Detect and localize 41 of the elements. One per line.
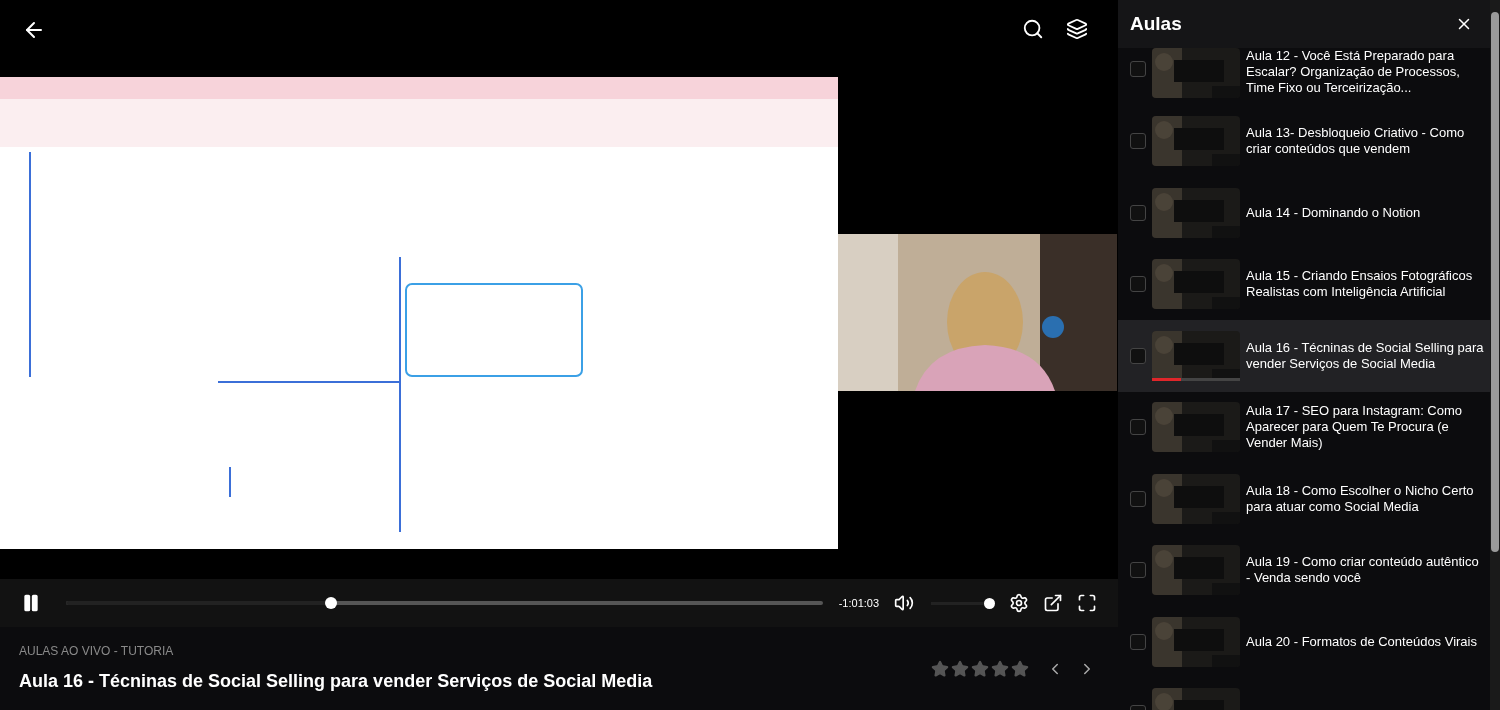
star-icon[interactable] — [931, 659, 949, 678]
lesson-title[interactable]: Aula 15 - Criando Ensaios Fotográficos Realistas com Inteligência Artificial — [1246, 268, 1484, 301]
lesson-title[interactable]: Aula 16 - Técninas de Social Selling para vender Serviços de Social Media — [1246, 339, 1484, 372]
lesson-item[interactable]: Aula 17 - SEO para Instagram: Como Aparecer para Quem Te Procura (e Vender Mais) — [1118, 391, 1490, 463]
lesson-item[interactable]: Aula 13- Desbloqueio Criativo - Como criar conteúdos que vendem — [1118, 105, 1490, 177]
checkbox[interactable] — [1130, 562, 1146, 579]
star-icon[interactable] — [991, 659, 1009, 678]
checkbox[interactable] — [1130, 490, 1146, 507]
scrollbar-thumb[interactable] — [1491, 12, 1499, 552]
star-icon[interactable] — [971, 659, 989, 678]
lesson-title: Aula 16 - Técninas de Social Selling para vender Serviços de Social Media — [19, 670, 654, 693]
checkbox[interactable] — [1130, 204, 1146, 221]
lesson-item[interactable]: Aula 20 - Formatos de Conteúdos Virais — [1118, 606, 1490, 678]
time-remaining: -1:01:03 — [838, 595, 880, 611]
lesson-item[interactable]: Aula 18 - Como Escolher o Nicho Certo para atuar como Social Media — [1118, 463, 1490, 535]
lesson-title[interactable]: Aula 12 - Você Está Preparado para Escalar? Organização de Processos, Time Fixo ou Terceirização... — [1246, 48, 1484, 96]
sidebar-title: Aulas — [1130, 11, 1182, 36]
course-name: AULAS AO VIVO - TUTORIA — [19, 643, 175, 660]
lesson-item[interactable]: Aula 19 - Como criar conteúdo autêntico - Venda sendo você — [1118, 534, 1490, 606]
checkbox[interactable] — [1130, 61, 1146, 77]
star-rating[interactable] — [931, 659, 1029, 678]
lesson-title[interactable]: Aula 19 - Como criar conteúdo autêntico - Venda sendo você — [1246, 554, 1484, 587]
lesson-title[interactable]: Aula 20 - Formatos de Conteúdos Virais — [1246, 633, 1477, 650]
lesson-item[interactable]: Aula 15 - Criando Ensaios Fotográficos Realistas com Inteligência Artificial — [1118, 248, 1490, 320]
lesson-title[interactable]: Aula 17 - SEO para Instagram: Como Aparecer para Quem Te Procura (e Vender Mais) — [1246, 403, 1484, 452]
checkbox[interactable] — [1130, 133, 1146, 150]
star-icon[interactable] — [1011, 659, 1029, 678]
lesson-item[interactable]: Aula 16 - Técninas de Social Selling para vender Serviços de Social Media — [1118, 320, 1490, 392]
lesson-item[interactable]: Aula 14 - Dominando o Notion — [1118, 177, 1490, 249]
scrollbar[interactable] — [1490, 0, 1500, 710]
volume-thumb[interactable] — [984, 597, 995, 609]
star-icon[interactable] — [951, 659, 969, 678]
lesson-item[interactable]: Aula 12 - Você Está Preparado para Escalar? Organização de Processos, Time Fixo ou Terceirização... — [1118, 48, 1490, 106]
checkbox[interactable] — [1130, 347, 1146, 364]
checkbox[interactable] — [1130, 276, 1146, 293]
lesson-title[interactable]: Aula 14 - Dominando o Notion — [1246, 204, 1421, 221]
checkbox[interactable] — [1130, 419, 1146, 436]
lesson-title[interactable]: Aula 13- Desbloqueio Criativo - Como criar conteúdos que vendem — [1246, 125, 1484, 158]
checkbox[interactable] — [1130, 633, 1146, 650]
lesson-title[interactable]: Aula 18 - Como Escolher o Nicho Certo para atuar como Social Media — [1246, 482, 1484, 515]
progress-thumb[interactable] — [324, 597, 337, 609]
